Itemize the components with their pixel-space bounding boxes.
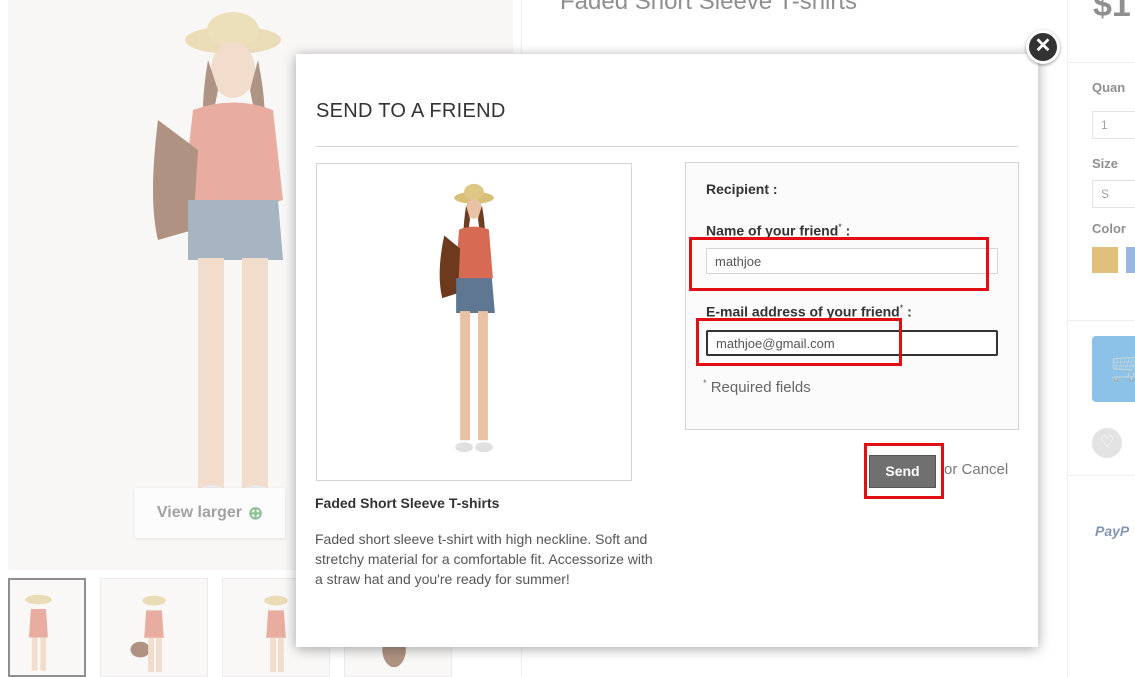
required-fields-text: Required fields	[710, 379, 811, 396]
cancel-link-group: or Cancel	[944, 461, 1008, 478]
modal-form-layer: Recipient : Name of your friend* : E-mai…	[296, 54, 1038, 647]
required-fields-note: * Required fields	[703, 378, 811, 396]
label-colon: :	[903, 303, 912, 320]
required-asterisk: *	[703, 378, 707, 388]
cancel-link[interactable]: Cancel	[962, 461, 1009, 478]
highlight-email-field	[696, 318, 902, 366]
recipient-heading: Recipient :	[706, 181, 778, 197]
or-text: or	[944, 461, 958, 478]
highlight-name-field	[689, 237, 989, 291]
highlight-send-button	[864, 443, 944, 499]
close-icon[interactable]: ✕	[1026, 30, 1060, 64]
